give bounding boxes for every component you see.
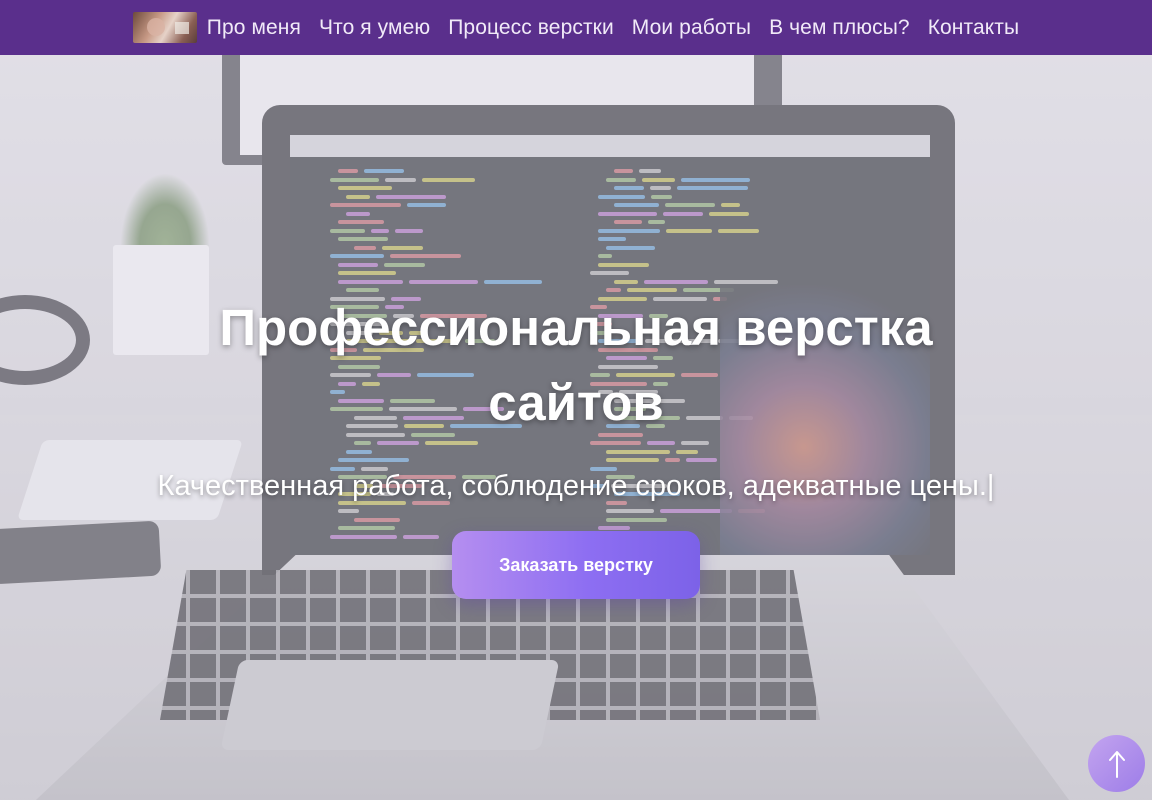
nav-link-contacts[interactable]: Контакты xyxy=(928,16,1020,40)
hero-title: Профессиональная верстка сайтов xyxy=(176,290,976,440)
order-layout-button[interactable]: Заказать верстку xyxy=(452,531,700,599)
scroll-to-top-button[interactable] xyxy=(1088,735,1145,792)
hero-subtitle: Качественная работа, соблюдение сроков, … xyxy=(60,466,1092,506)
nav-link-skills[interactable]: Что я умею xyxy=(319,16,430,40)
hero-section: Профессиональная верстка сайтов Качестве… xyxy=(0,55,1152,800)
typing-cursor: | xyxy=(986,470,995,502)
hero-title-line2: сайтов xyxy=(488,374,664,431)
nav-link-benefits[interactable]: В чем плюсы? xyxy=(769,16,910,40)
nav-link-process[interactable]: Процесс верстки xyxy=(448,16,614,40)
hero-subtitle-text: Качественная работа, соблюдение сроков, … xyxy=(157,470,987,502)
hero-title-line1: Профессиональная верстка xyxy=(219,299,933,356)
main-navbar: Про меня Что я умею Процесс верстки Мои … xyxy=(0,0,1152,55)
arrow-up-icon xyxy=(1108,750,1125,778)
profile-photo-logo[interactable] xyxy=(132,12,197,43)
nav-link-works[interactable]: Мои работы xyxy=(632,16,751,40)
nav-link-about[interactable]: Про меня xyxy=(207,16,301,40)
